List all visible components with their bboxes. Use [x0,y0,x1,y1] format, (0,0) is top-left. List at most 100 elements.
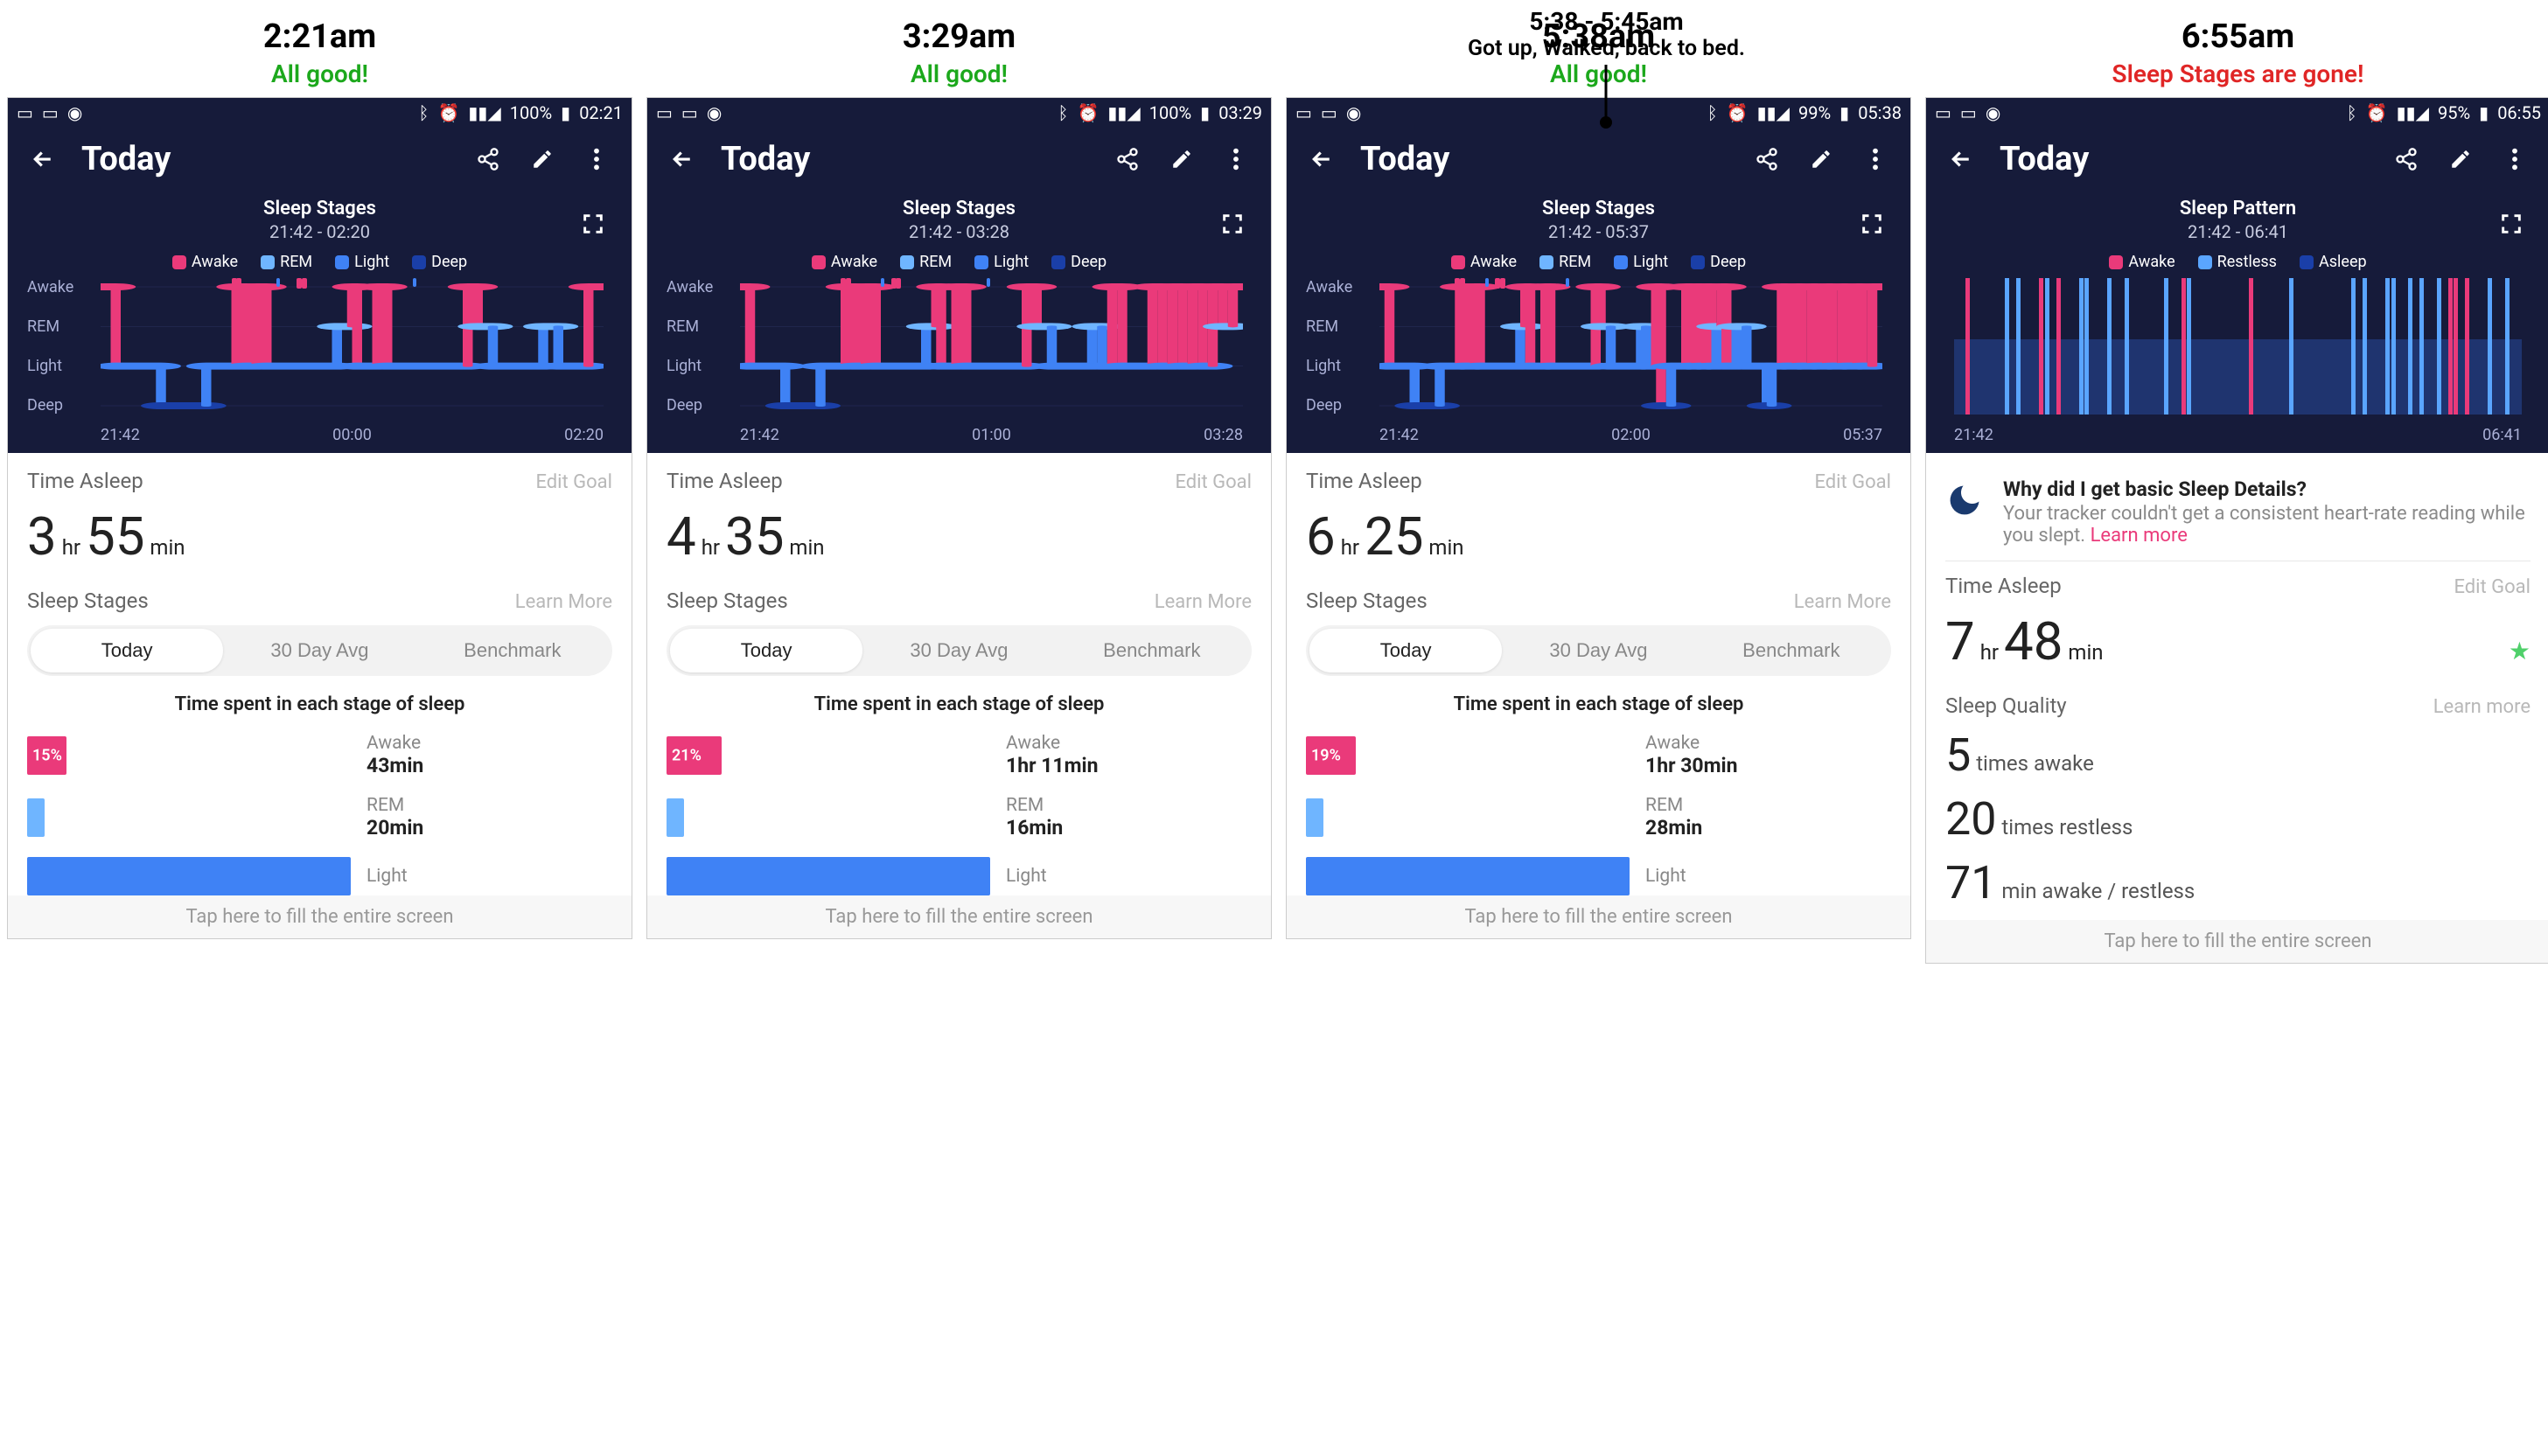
tab-benchmark[interactable]: Benchmark [1695,629,1888,672]
screenshot-caption: 3:29amAll good! [646,7,1272,97]
tab-30day[interactable]: 30 Day Avg [1502,629,1694,672]
app-bar: Today [1926,128,2548,191]
learn-more-link[interactable]: Learn More [1155,591,1252,613]
battery-icon: ▮ [1839,102,1849,123]
stages-subhead: Time spent in each stage of sleep [27,693,612,715]
stage-row-rem: REM28min [1306,795,1891,839]
time-asleep-value: 4 hr 35 min [667,505,1252,568]
page-title: Today [721,140,1089,178]
chart-time-range: 21:42 - 03:28 [667,221,1252,242]
fill-screen-hint[interactable]: Tap here to fill the entire screen [1926,920,2548,963]
sleep-stages-label: Sleep Stages [667,589,788,613]
tab-benchmark[interactable]: Benchmark [416,629,609,672]
legend: AwakeREMLightDeep [667,253,1252,271]
back-icon[interactable] [27,143,59,175]
x-axis-labels: 21:4200:0002:20 [27,426,604,444]
chart-time-range: 21:42 - 02:20 [27,221,612,242]
stage-row-light: Light [667,857,1252,895]
share-icon[interactable] [1112,143,1143,175]
sleep-chart[interactable]: AwakeREMLightDeep21:4202:0005:37 [1306,278,1891,444]
app-bar: Today [1287,128,1910,191]
star-icon: ★ [2509,637,2531,665]
time-asleep-label: Time Asleep [27,469,143,493]
time-asleep-value: 6 hr 25 min [1306,505,1891,568]
stage-row-awake: 21%Awake1hr 11min [667,733,1252,777]
tab-30day[interactable]: 30 Day Avg [862,629,1055,672]
edit-icon[interactable] [2445,143,2476,175]
signal-icon: ▮▮◢ [468,102,500,123]
notification-icon: ▭ [656,102,673,123]
notification-icon: ▭ [1935,102,1951,123]
chart-time-range: 21:42 - 05:37 [1306,221,1891,242]
share-icon[interactable] [472,143,504,175]
alarm-icon: ⏰ [1077,102,1099,123]
screenshot-caption: 5:38amAll good! [1286,7,1911,97]
bluetooth-icon: ᛒ [2347,102,2357,123]
legend: AwakeRestlessAsleep [1945,253,2531,271]
page-title: Today [1360,140,1728,178]
chart-title: Sleep Pattern [1945,198,2531,219]
segment-control: Today30 Day AvgBenchmark [1306,625,1891,676]
alarm-icon: ⏰ [1727,102,1749,123]
more-icon[interactable] [2499,143,2531,175]
phone-screenshot: ▭▭◉ᛒ⏰▮▮◢100%▮02:21TodaySleep Stages21:42… [7,97,632,939]
expand-icon[interactable] [581,212,609,240]
back-icon[interactable] [1945,143,1977,175]
stage-row-rem: REM20min [27,795,612,839]
share-icon[interactable] [1751,143,1783,175]
screenshot-caption: 6:55amSleep Stages are gone! [1925,7,2548,97]
more-icon[interactable] [1860,143,1891,175]
app-bar: Today [647,128,1271,191]
edit-goal-link[interactable]: Edit Goal [2454,576,2531,598]
sleep-stages-label: Sleep Stages [27,589,149,613]
sleep-chart[interactable]: AwakeREMLightDeep21:4201:0003:28 [667,278,1252,444]
battery-icon: ▮ [1200,102,1210,123]
time-asleep-label: Time Asleep [1945,574,2062,598]
tab-benchmark[interactable]: Benchmark [1056,629,1248,672]
expand-icon[interactable] [1220,212,1248,240]
x-axis-labels: 21:4202:0005:37 [1306,426,1882,444]
page-title: Today [81,140,450,178]
fill-screen-hint[interactable]: Tap here to fill the entire screen [8,895,632,938]
segment-control: Today30 Day AvgBenchmark [27,625,612,676]
back-icon[interactable] [1306,143,1337,175]
tab-today[interactable]: Today [31,629,223,672]
tab-30day[interactable]: 30 Day Avg [223,629,415,672]
learn-more-link[interactable]: Learn More [1794,591,1891,613]
chart-time-range: 21:42 - 06:41 [1945,221,2531,242]
sleep-chart[interactable]: AwakeREMLightDeep21:4200:0002:20 [27,278,612,444]
learn-more-link[interactable]: Learn more [2433,696,2531,718]
status-bar: ▭▭◉ᛒ⏰▮▮◢99%▮05:38 [1287,98,1910,128]
edit-goal-link[interactable]: Edit Goal [1814,471,1891,493]
sleep-chart[interactable]: 21:4206:41 [1945,278,2531,444]
edit-goal-link[interactable]: Edit Goal [1175,471,1252,493]
fill-screen-hint[interactable]: Tap here to fill the entire screen [647,895,1271,938]
share-icon[interactable] [2391,143,2422,175]
fill-screen-hint[interactable]: Tap here to fill the entire screen [1287,895,1910,938]
sleep-stages-label: Sleep Stages [1306,589,1428,613]
learn-more-link[interactable]: Learn More [515,591,612,613]
stages-subhead: Time spent in each stage of sleep [667,693,1252,715]
tab-today[interactable]: Today [670,629,862,672]
time-asleep-label: Time Asleep [1306,469,1422,493]
expand-icon[interactable] [1860,212,1888,240]
chart-title: Sleep Stages [1306,198,1891,219]
back-icon[interactable] [667,143,698,175]
edit-icon[interactable] [527,143,558,175]
edit-goal-link[interactable]: Edit Goal [535,471,612,493]
status-bar: ▭▭◉ᛒ⏰▮▮◢100%▮03:29 [647,98,1271,128]
stage-row-awake: 19%Awake1hr 30min [1306,733,1891,777]
more-icon[interactable] [581,143,612,175]
edit-icon[interactable] [1166,143,1197,175]
stage-row-light: Light [27,857,612,895]
learn-more-link[interactable]: Learn more [2091,525,2188,547]
moon-icon [1945,481,1987,523]
segment-control: Today30 Day AvgBenchmark [667,625,1252,676]
page-title: Today [2000,140,2368,178]
expand-icon[interactable] [2499,212,2527,240]
stage-row-light: Light [1306,857,1891,895]
tab-today[interactable]: Today [1309,629,1502,672]
bluetooth-icon: ᛒ [1058,102,1068,123]
more-icon[interactable] [1220,143,1252,175]
edit-icon[interactable] [1805,143,1837,175]
